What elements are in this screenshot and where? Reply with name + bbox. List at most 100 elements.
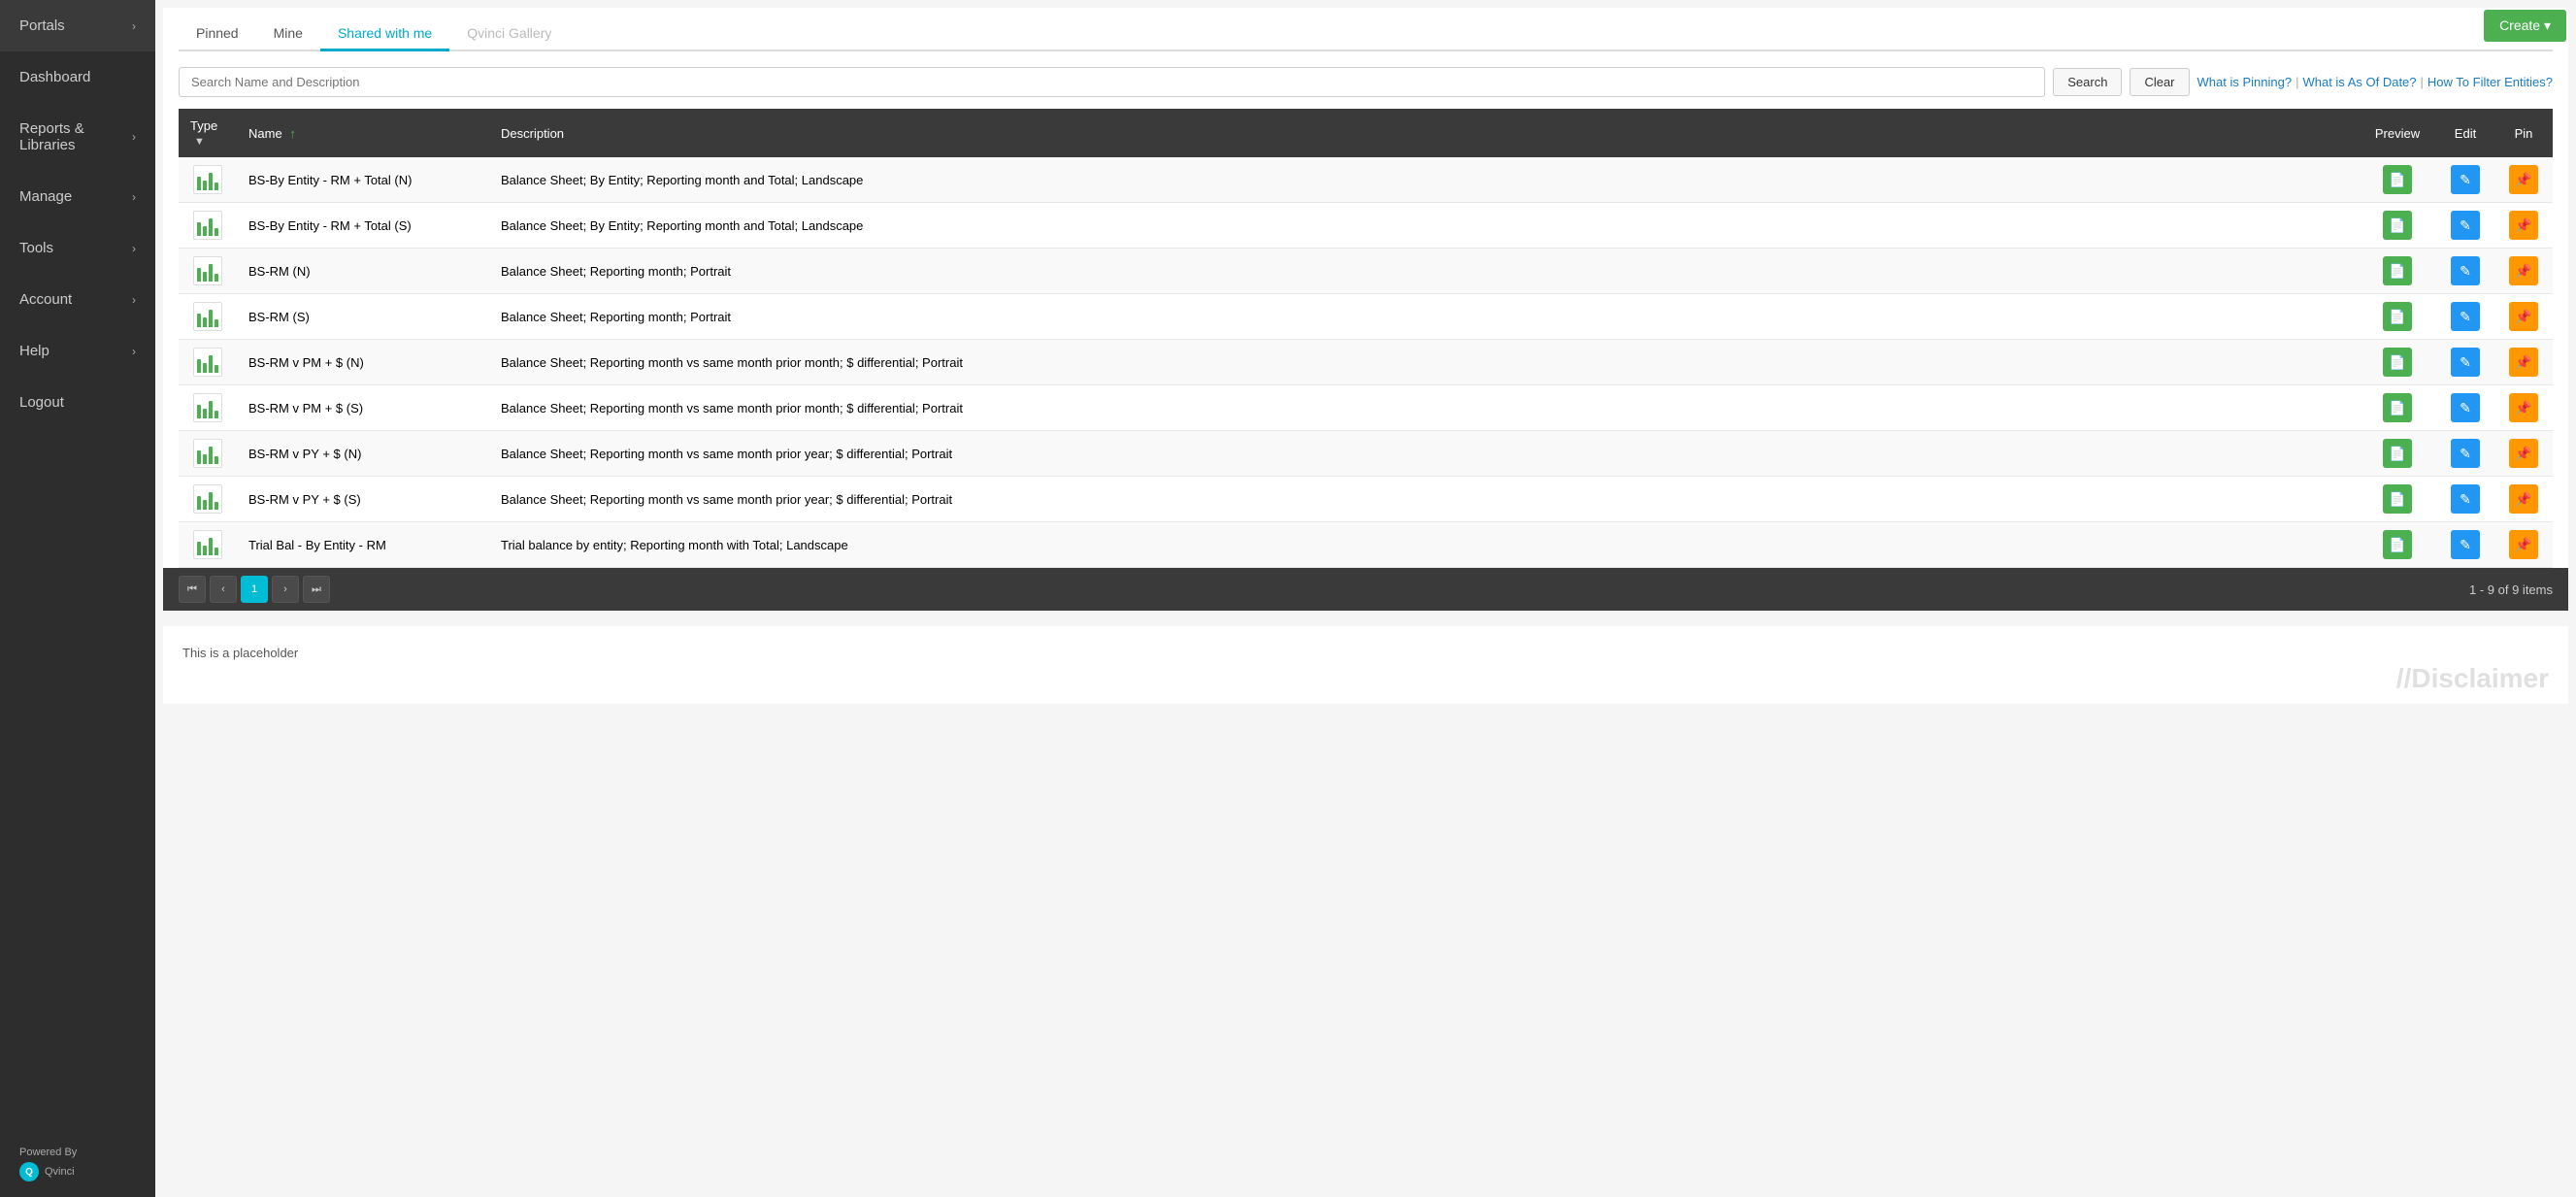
- sidebar-item-label: Account: [19, 291, 72, 308]
- sidebar-item-reports[interactable]: Reports & Libraries ›: [0, 103, 155, 171]
- sidebar-item-label: Help: [19, 343, 50, 359]
- bar-4: [215, 274, 218, 282]
- pin-cell: 📌: [2494, 294, 2553, 340]
- preview-button[interactable]: 📄: [2383, 530, 2412, 559]
- edit-button[interactable]: ✎: [2451, 256, 2480, 285]
- separator-2: |: [2421, 75, 2424, 89]
- edit-button[interactable]: ✎: [2451, 439, 2480, 468]
- edit-cell: ✎: [2436, 431, 2494, 477]
- search-bar: Search Clear What is Pinning? | What is …: [179, 67, 2553, 97]
- table-header-row: Type ▼ Name ↑ Description Preview Edit P…: [179, 109, 2553, 157]
- preview-cell: 📄: [2359, 340, 2436, 385]
- tab-bar: Pinned Mine Shared with me Qvinci Galler…: [179, 17, 569, 50]
- table-row: BS-RM v PM + $ (S)Balance Sheet; Reporti…: [179, 385, 2553, 431]
- tab-mine[interactable]: Mine: [256, 17, 320, 51]
- first-page-button[interactable]: ⏮: [179, 576, 206, 603]
- sidebar-item-portals[interactable]: Portals ›: [0, 0, 155, 51]
- bar-4: [215, 411, 218, 418]
- edit-button[interactable]: ✎: [2451, 530, 2480, 559]
- preview-cell: 📄: [2359, 477, 2436, 522]
- sidebar-item-logout[interactable]: Logout: [0, 377, 155, 428]
- pin-button[interactable]: 📌: [2509, 484, 2538, 514]
- search-button[interactable]: Search: [2053, 68, 2122, 96]
- bar-1: [197, 222, 201, 236]
- search-help-links: What is Pinning? | What is As Of Date? |…: [2197, 75, 2553, 89]
- pin-button[interactable]: 📌: [2509, 530, 2538, 559]
- edit-button[interactable]: ✎: [2451, 393, 2480, 422]
- next-page-button[interactable]: ›: [272, 576, 299, 603]
- pin-cell: 📌: [2494, 385, 2553, 431]
- bar-1: [197, 268, 201, 282]
- disclaimer-watermark: //Disclaimer: [2396, 663, 2549, 694]
- what-is-pinning-link[interactable]: What is Pinning?: [2197, 75, 2293, 89]
- pin-button[interactable]: 📌: [2509, 439, 2538, 468]
- preview-button[interactable]: 📄: [2383, 484, 2412, 514]
- edit-button[interactable]: ✎: [2451, 302, 2480, 331]
- pin-button[interactable]: 📌: [2509, 302, 2538, 331]
- preview-button[interactable]: 📄: [2383, 439, 2412, 468]
- bar-4: [215, 183, 218, 190]
- preview-button[interactable]: 📄: [2383, 165, 2412, 194]
- search-input[interactable]: [179, 67, 2045, 97]
- table-row: BS-RM v PY + $ (N)Balance Sheet; Reporti…: [179, 431, 2553, 477]
- filter-icon[interactable]: ▼: [194, 136, 205, 148]
- panel-wrapper: Pinned Mine Shared with me Qvinci Galler…: [163, 8, 2568, 611]
- sidebar-item-account[interactable]: Account ›: [0, 274, 155, 325]
- preview-button[interactable]: 📄: [2383, 348, 2412, 377]
- page-1-button[interactable]: 1: [241, 576, 268, 603]
- content-area: Pinned Mine Shared with me Qvinci Galler…: [155, 0, 2576, 1197]
- sort-arrow-icon: ↑: [289, 126, 296, 141]
- preview-button[interactable]: 📄: [2383, 211, 2412, 240]
- name-cell: BS-RM (S): [237, 294, 489, 340]
- type-cell: [179, 249, 237, 294]
- bar-4: [215, 365, 218, 373]
- bar-1: [197, 359, 201, 373]
- main-content: Pinned Mine Shared with me Qvinci Galler…: [155, 0, 2576, 1197]
- qvinci-logo: Q: [19, 1162, 39, 1181]
- edit-button[interactable]: ✎: [2451, 165, 2480, 194]
- bar-1: [197, 542, 201, 555]
- placeholder-text: This is a placeholder: [182, 646, 298, 660]
- type-cell: [179, 385, 237, 431]
- type-cell: [179, 294, 237, 340]
- sidebar-item-tools[interactable]: Tools ›: [0, 222, 155, 274]
- description-cell: Balance Sheet; Reporting month vs same m…: [489, 477, 2359, 522]
- tab-shared-with-me[interactable]: Shared with me: [320, 17, 449, 51]
- sidebar-item-help[interactable]: Help ›: [0, 325, 155, 377]
- chevron-right-icon: ›: [132, 293, 136, 307]
- description-cell: Balance Sheet; Reporting month; Portrait: [489, 249, 2359, 294]
- pin-button[interactable]: 📌: [2509, 393, 2538, 422]
- last-page-button[interactable]: ⏭: [303, 576, 330, 603]
- edit-button[interactable]: ✎: [2451, 348, 2480, 377]
- chevron-right-icon: ›: [132, 242, 136, 255]
- what-is-as-of-date-link[interactable]: What is As Of Date?: [2302, 75, 2416, 89]
- table-row: Trial Bal - By Entity - RMTrial balance …: [179, 522, 2553, 568]
- preview-button[interactable]: 📄: [2383, 302, 2412, 331]
- pin-button[interactable]: 📌: [2509, 165, 2538, 194]
- prev-page-button[interactable]: ‹: [210, 576, 237, 603]
- preview-button[interactable]: 📄: [2383, 256, 2412, 285]
- table-row: BS-RM (N)Balance Sheet; Reporting month;…: [179, 249, 2553, 294]
- bar-3: [209, 492, 213, 510]
- sidebar-item-dashboard[interactable]: Dashboard: [0, 51, 155, 103]
- pin-button[interactable]: 📌: [2509, 256, 2538, 285]
- description-cell: Balance Sheet; Reporting month vs same m…: [489, 385, 2359, 431]
- bar-1: [197, 314, 201, 327]
- col-pin: Pin: [2494, 109, 2553, 157]
- chart-bars-icon: [197, 169, 218, 190]
- edit-button[interactable]: ✎: [2451, 211, 2480, 240]
- edit-cell: ✎: [2436, 522, 2494, 568]
- pin-button[interactable]: 📌: [2509, 348, 2538, 377]
- preview-button[interactable]: 📄: [2383, 393, 2412, 422]
- pin-cell: 📌: [2494, 157, 2553, 203]
- bar-2: [203, 454, 207, 464]
- col-name[interactable]: Name ↑: [237, 109, 489, 157]
- edit-button[interactable]: ✎: [2451, 484, 2480, 514]
- how-to-filter-link[interactable]: How To Filter Entities?: [2427, 75, 2553, 89]
- chart-bars-icon: [197, 260, 218, 282]
- sidebar-item-manage[interactable]: Manage ›: [0, 171, 155, 222]
- clear-button[interactable]: Clear: [2130, 68, 2189, 96]
- tab-pinned[interactable]: Pinned: [179, 17, 256, 51]
- pin-button[interactable]: 📌: [2509, 211, 2538, 240]
- create-button[interactable]: Create ▾: [2484, 10, 2566, 42]
